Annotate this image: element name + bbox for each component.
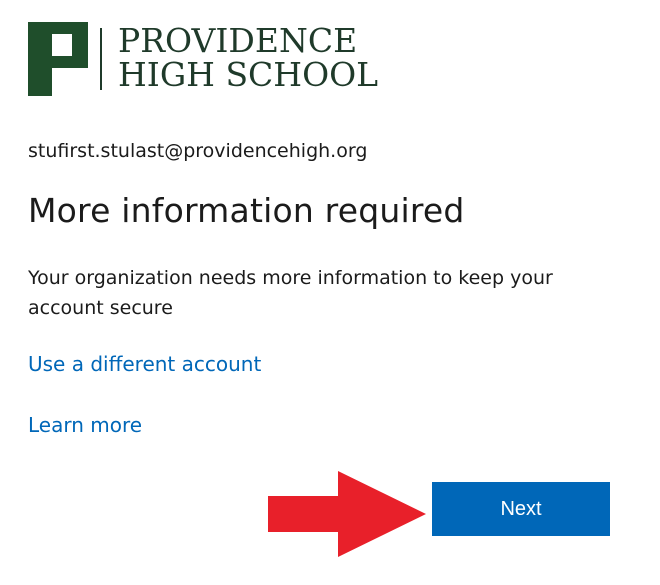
- logo-divider: [100, 28, 102, 90]
- school-name-line1: PROVIDENCE: [118, 21, 358, 60]
- school-logo: PROVIDENCE HIGH SCHOOL: [28, 22, 388, 96]
- school-name: PROVIDENCE HIGH SCHOOL: [118, 24, 378, 92]
- page-title: More information required: [28, 191, 465, 230]
- school-name-line2: HIGH SCHOOL: [118, 55, 379, 94]
- account-email: stufirst.stulast@providencehigh.org: [28, 140, 368, 162]
- use-different-account-link[interactable]: Use a different account: [28, 352, 261, 376]
- learn-more-link[interactable]: Learn more: [28, 413, 142, 437]
- next-button[interactable]: Next: [432, 482, 610, 536]
- info-description: Your organization needs more information…: [28, 267, 553, 319]
- red-arrow-icon: [268, 471, 426, 557]
- providence-p-logo-icon: [28, 22, 88, 96]
